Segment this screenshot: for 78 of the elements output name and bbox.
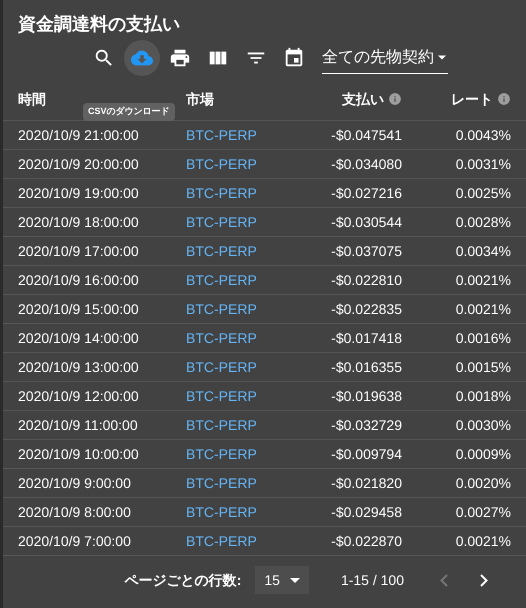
info-icon	[388, 92, 402, 106]
market-link[interactable]: BTC-PERP	[186, 242, 257, 258]
table-cell: -$0.027216	[331, 184, 402, 200]
table-cell: 2020/10/9 20:00:00	[18, 156, 139, 172]
table-cell: 0.0030%	[456, 416, 511, 432]
market-link[interactable]: BTC-PERP	[186, 156, 257, 172]
table-cell: -$0.009794	[331, 446, 402, 462]
market-link[interactable]: BTC-PERP	[186, 388, 257, 404]
table-cell: -$0.022810	[331, 272, 402, 288]
table-cell: 2020/10/9 16:00:00	[18, 272, 139, 288]
tooltip: CSVのダウンロード	[83, 103, 175, 120]
table-cell: 0.0018%	[456, 388, 511, 404]
table-cell: -$0.032729	[331, 416, 402, 432]
chevron-left-icon	[440, 574, 448, 586]
table-cell: 0.0015%	[456, 358, 511, 374]
table-cell: 2020/10/9 19:00:00	[18, 184, 139, 200]
table-cell: 0.0020%	[456, 474, 511, 490]
table-cell: 0.0021%	[456, 300, 511, 316]
table-cell: 0.0021%	[456, 272, 511, 288]
market-link[interactable]: BTC-PERP	[186, 358, 257, 374]
table-cell: 2020/10/9 14:00:00	[18, 330, 139, 346]
market-link[interactable]: BTC-PERP	[186, 474, 257, 490]
table-cell: 2020/10/9 7:00:00	[18, 532, 131, 548]
info-icon	[497, 92, 511, 106]
column-header: 支払い	[342, 90, 384, 108]
page-range: 1-15 / 100	[340, 570, 404, 590]
table-cell: 2020/10/9 13:00:00	[18, 358, 139, 374]
printer-icon	[169, 47, 191, 69]
table-cell: 0.0028%	[456, 214, 511, 230]
table-cell: -$0.037075	[331, 242, 402, 258]
table-cell: 2020/10/9 10:00:00	[18, 446, 139, 462]
market-link[interactable]: BTC-PERP	[186, 330, 257, 346]
table-cell: -$0.029458	[331, 504, 402, 520]
table-cell: 0.0025%	[456, 184, 511, 200]
market-link[interactable]: BTC-PERP	[186, 532, 257, 548]
table-cell: 2020/10/9 18:00:00	[18, 214, 139, 230]
market-link[interactable]: BTC-PERP	[186, 504, 257, 520]
chevron-right-icon	[480, 574, 488, 586]
table-cell: -$0.030544	[331, 214, 402, 230]
market-link[interactable]: BTC-PERP	[186, 300, 257, 316]
market-link[interactable]: BTC-PERP	[186, 126, 257, 142]
market-link[interactable]: BTC-PERP	[186, 184, 257, 200]
market-link[interactable]: BTC-PERP	[186, 214, 257, 230]
table-cell: 2020/10/9 21:00:00	[18, 126, 139, 142]
table-cell: -$0.016355	[331, 358, 402, 374]
table-cell: -$0.021820	[331, 474, 402, 490]
table-cell: 0.0031%	[456, 156, 511, 172]
dropdown-icon	[438, 55, 446, 60]
calendar-icon	[283, 47, 305, 69]
table-cell: 2020/10/9 15:00:00	[18, 300, 139, 316]
table-cell: 0.0016%	[456, 330, 511, 346]
table-cell: -$0.034080	[331, 156, 402, 172]
contract-select[interactable]: 全ての先物契約	[322, 42, 448, 74]
table-cell: 2020/10/9 12:00:00	[18, 388, 139, 404]
table-cell: 2020/10/9 17:00:00	[18, 242, 139, 258]
market-link[interactable]: BTC-PERP	[186, 272, 257, 288]
table-cell: 0.0043%	[456, 126, 511, 142]
column-header: 時間	[18, 90, 46, 108]
table-cell: 0.0027%	[456, 504, 511, 520]
table-cell: -$0.022870	[331, 532, 402, 548]
column-header: レート	[451, 90, 493, 108]
table-cell: 2020/10/9 11:00:00	[18, 416, 138, 432]
table-cell: 0.0021%	[456, 532, 511, 548]
table-cell: -$0.019638	[331, 388, 402, 404]
rows-per-page-select[interactable]: 15	[255, 566, 309, 594]
table-cell: -$0.047541	[331, 126, 402, 142]
market-link[interactable]: BTC-PERP	[186, 446, 257, 462]
panel-title: 資金調達料の支払い	[18, 13, 180, 36]
table-cell: 0.0034%	[456, 242, 511, 258]
dropdown-icon	[290, 578, 300, 582]
market-link[interactable]: BTC-PERP	[186, 416, 257, 432]
table-cell: 2020/10/9 8:00:00	[18, 504, 131, 520]
table-cell: 0.0009%	[456, 446, 511, 462]
table-cell: -$0.017418	[331, 330, 402, 346]
column-header: 市場	[186, 90, 214, 108]
rows-per-page-label: ページごとの行数:	[124, 570, 242, 590]
table-cell: -$0.022835	[331, 300, 402, 316]
table-cell: 2020/10/9 9:00:00	[18, 474, 131, 490]
